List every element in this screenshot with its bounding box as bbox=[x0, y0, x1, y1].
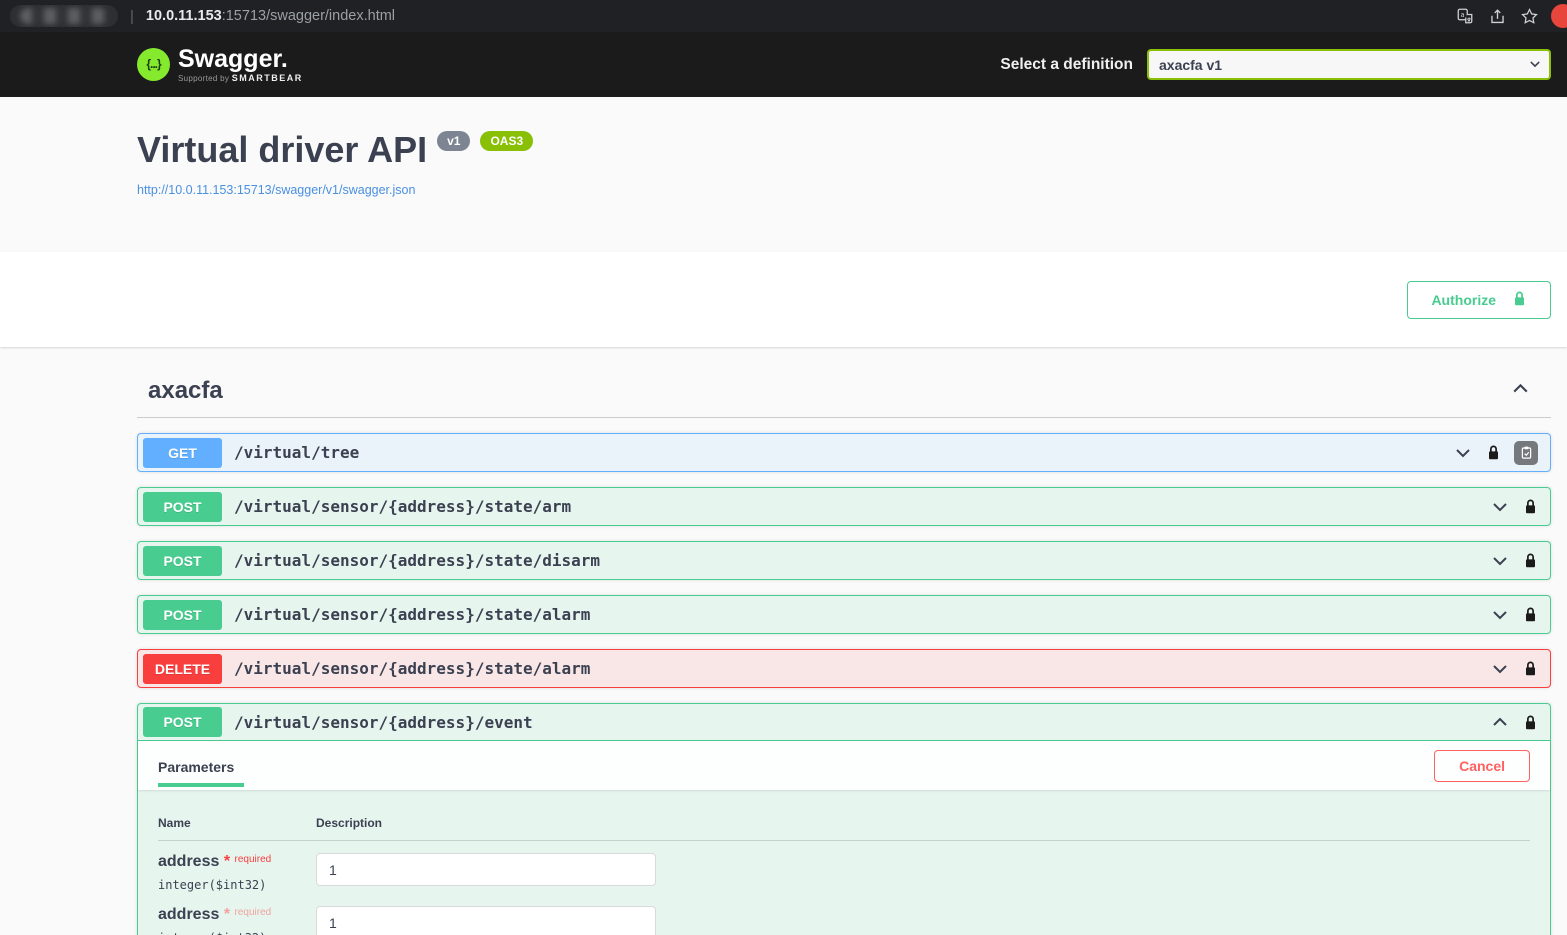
method-badge: POST bbox=[143, 600, 222, 630]
browser-bar: | 10.0.11.153:15713/swagger/index.html a bbox=[0, 0, 1567, 32]
op-path: /virtual/sensor/{address}/event bbox=[234, 713, 533, 732]
swagger-logo-icon: {...} bbox=[137, 48, 170, 81]
url-separator: | bbox=[130, 8, 134, 25]
table-header-row: Name Description bbox=[158, 808, 1530, 841]
tag-title: axacfa bbox=[148, 377, 223, 405]
opblock-post-state-alarm: POST /virtual/sensor/{address}/state/ala… bbox=[137, 595, 1551, 634]
lock-icon[interactable] bbox=[1523, 552, 1538, 569]
param-name-cell: address * required integer($int32) bbox=[158, 906, 316, 935]
chevron-down-icon[interactable] bbox=[1490, 497, 1510, 517]
opblock-post-state-disarm: POST /virtual/sensor/{address}/state/dis… bbox=[137, 541, 1551, 580]
method-badge: POST bbox=[143, 707, 222, 737]
address-bar[interactable]: 10.0.11.153:15713/swagger/index.html bbox=[146, 8, 395, 24]
address-input-1[interactable] bbox=[316, 853, 656, 886]
opblock-delete-state-alarm: DELETE /virtual/sensor/{address}/state/a… bbox=[137, 649, 1551, 688]
share-icon[interactable] bbox=[1487, 6, 1507, 26]
required-star: * bbox=[224, 906, 230, 923]
column-header-description: Description bbox=[316, 816, 1530, 830]
param-type: integer($int32) bbox=[158, 878, 316, 892]
chevron-up-icon[interactable] bbox=[1510, 378, 1531, 404]
method-badge: POST bbox=[143, 492, 222, 522]
lock-icon[interactable] bbox=[1523, 498, 1538, 515]
address-input-2[interactable] bbox=[316, 906, 656, 935]
required-star: * bbox=[224, 853, 230, 870]
param-value-cell bbox=[316, 853, 1530, 892]
definition-select[interactable]: axacfa v1 bbox=[1147, 49, 1551, 80]
op-path: /virtual/sensor/{address}/state/arm bbox=[234, 497, 571, 516]
param-type: integer($int32) bbox=[158, 931, 316, 935]
parameters-section-header: Parameters Cancel bbox=[138, 741, 1550, 790]
page-title: Virtual driver API v1 OAS3 bbox=[137, 129, 1551, 171]
url-host: 10.0.11.153 bbox=[146, 8, 222, 24]
chevron-down-icon[interactable] bbox=[1490, 659, 1510, 679]
op-path: /virtual/sensor/{address}/state/disarm bbox=[234, 551, 600, 570]
select-definition-label: Select a definition bbox=[1000, 56, 1133, 74]
clipboard-icon[interactable] bbox=[1514, 441, 1538, 465]
lock-icon[interactable] bbox=[1523, 714, 1538, 731]
lock-icon[interactable] bbox=[1523, 606, 1538, 623]
tag-header-axacfa[interactable]: axacfa bbox=[137, 367, 1551, 418]
operations-section: axacfa GET /virtual/tree bbox=[0, 347, 1567, 935]
star-icon[interactable] bbox=[1519, 6, 1539, 26]
translate-icon[interactable]: a bbox=[1455, 6, 1475, 26]
swagger-logo: {...} Swagger. Supported by SMARTBEAR bbox=[137, 46, 303, 84]
chevron-up-icon[interactable] bbox=[1490, 712, 1510, 732]
param-row-address-1: address * required integer($int32) bbox=[158, 841, 1530, 892]
redacted-tab-label[interactable] bbox=[10, 5, 118, 27]
api-info-section: Virtual driver API v1 OAS3 http://10.0.1… bbox=[0, 97, 1567, 252]
swagger-topbar: {...} Swagger. Supported by SMARTBEAR Se… bbox=[0, 32, 1567, 97]
required-label: required bbox=[235, 907, 272, 918]
op-summary[interactable]: GET /virtual/tree bbox=[138, 434, 1550, 471]
version-badge: v1 bbox=[437, 131, 470, 151]
supported-by-text: Supported by SMARTBEAR bbox=[178, 73, 303, 83]
method-badge: GET bbox=[143, 438, 222, 468]
method-badge: DELETE bbox=[143, 654, 222, 684]
lock-icon[interactable] bbox=[1486, 444, 1501, 461]
op-summary[interactable]: POST /virtual/sensor/{address}/state/dis… bbox=[138, 542, 1550, 579]
op-summary[interactable]: DELETE /virtual/sensor/{address}/state/a… bbox=[138, 650, 1550, 687]
required-label: required bbox=[235, 854, 272, 865]
chevron-down-icon[interactable] bbox=[1490, 551, 1510, 571]
oas3-badge: OAS3 bbox=[480, 131, 533, 151]
op-summary[interactable]: POST /virtual/sensor/{address}/state/arm bbox=[138, 488, 1550, 525]
chevron-down-icon[interactable] bbox=[1453, 443, 1473, 463]
column-header-name: Name bbox=[158, 816, 316, 830]
op-summary[interactable]: POST /virtual/sensor/{address}/event bbox=[138, 704, 1550, 741]
smartbear-wordmark: SMARTBEAR bbox=[232, 73, 303, 83]
opblock-get-virtual-tree: GET /virtual/tree bbox=[137, 433, 1551, 472]
param-name-cell: address * required integer($int32) bbox=[158, 853, 316, 892]
opblock-post-state-arm: POST /virtual/sensor/{address}/state/arm bbox=[137, 487, 1551, 526]
op-path: /virtual/tree bbox=[234, 443, 359, 462]
profile-avatar[interactable] bbox=[1551, 4, 1567, 28]
cancel-button[interactable]: Cancel bbox=[1434, 750, 1530, 782]
lock-icon[interactable] bbox=[1523, 660, 1538, 677]
lock-icon bbox=[1512, 290, 1527, 310]
op-summary[interactable]: POST /virtual/sensor/{address}/state/ala… bbox=[138, 596, 1550, 633]
param-row-address-2: address * required integer($int32) bbox=[158, 894, 1530, 935]
url-path: :15713/swagger/index.html bbox=[222, 8, 395, 24]
scheme-container: Authorize bbox=[0, 252, 1567, 347]
brand-name: Swagger. bbox=[178, 46, 303, 74]
parameters-table: Name Description address * required inte… bbox=[138, 790, 1550, 935]
param-value-cell bbox=[316, 906, 1530, 935]
opblock-post-event: POST /virtual/sensor/{address}/event Par… bbox=[137, 703, 1551, 935]
tab-parameters[interactable]: Parameters bbox=[158, 745, 244, 787]
op-path: /virtual/sensor/{address}/state/alarm bbox=[234, 659, 590, 678]
chevron-down-icon[interactable] bbox=[1490, 605, 1510, 625]
op-path: /virtual/sensor/{address}/state/alarm bbox=[234, 605, 590, 624]
svg-text:a: a bbox=[1461, 11, 1465, 19]
op-body: Parameters Cancel Name Description addre… bbox=[138, 741, 1550, 935]
method-badge: POST bbox=[143, 546, 222, 576]
authorize-button[interactable]: Authorize bbox=[1407, 281, 1551, 319]
spec-json-link[interactable]: http://10.0.11.153:15713/swagger/v1/swag… bbox=[137, 183, 415, 197]
